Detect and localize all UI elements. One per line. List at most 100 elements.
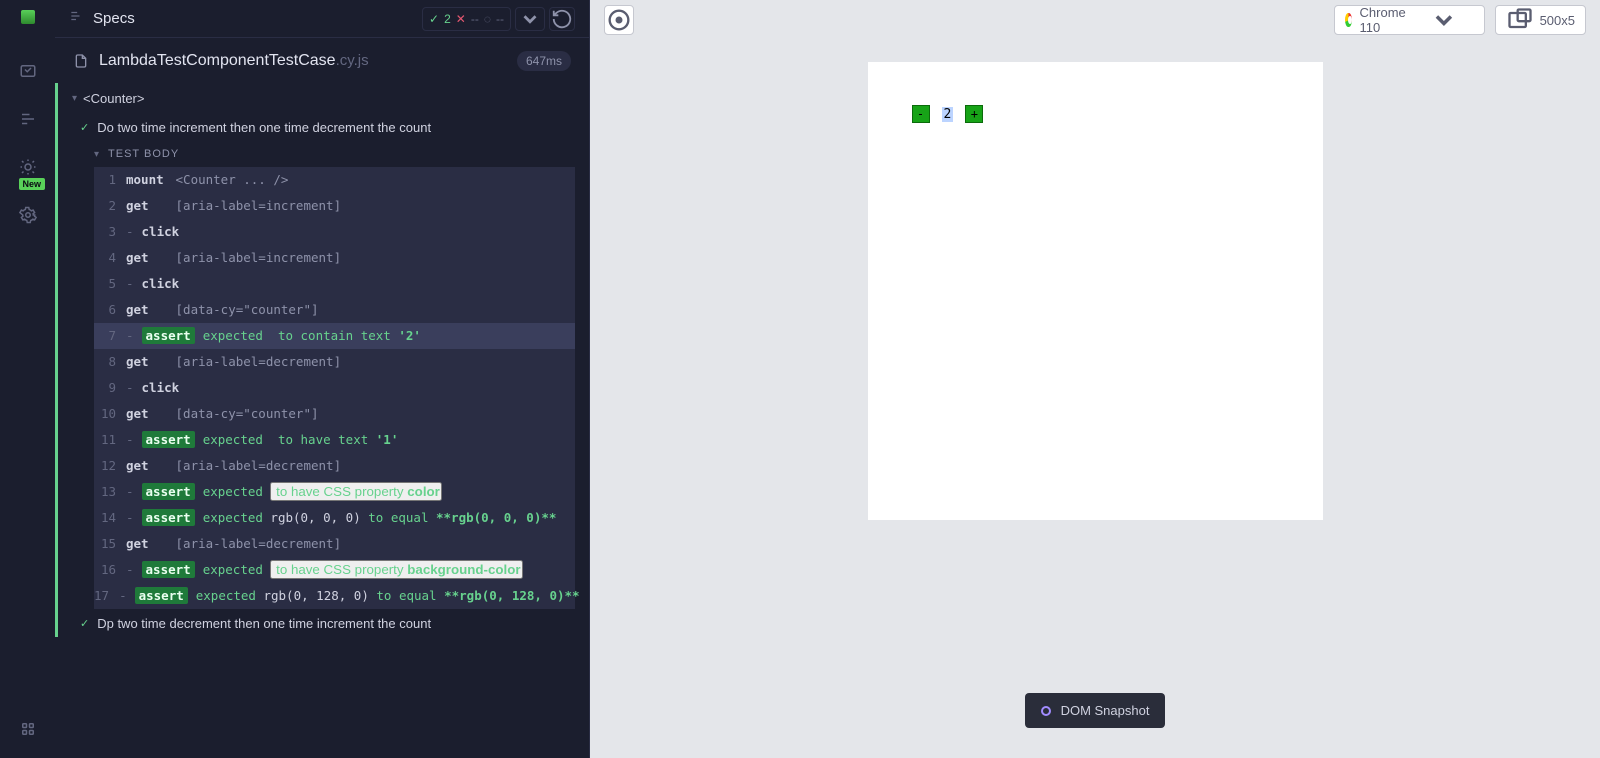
suite-row[interactable]: ▾ <Counter>	[72, 83, 575, 113]
command-name: click	[142, 276, 184, 291]
command-number: 10	[94, 406, 126, 421]
command-row[interactable]: 6get [data-cy="counter"]	[94, 297, 575, 323]
browser-selector[interactable]: Chrome 110	[1334, 5, 1485, 35]
command-row[interactable]: 15get [aria-label=decrement]	[94, 531, 575, 557]
child-indicator: -	[119, 588, 127, 603]
restart-button[interactable]	[549, 7, 575, 31]
command-row[interactable]: 17-assertexpected rgb(0, 128, 0) to equa…	[94, 583, 575, 609]
command-number: 3	[94, 224, 126, 239]
command-row[interactable]: 3-click	[94, 219, 575, 245]
chevron-down-icon: ▾	[94, 149, 100, 160]
command-number: 9	[94, 380, 126, 395]
cypress-logo[interactable]	[21, 10, 35, 24]
command-number: 6	[94, 302, 126, 317]
command-row[interactable]: 12get [aria-label=decrement]	[94, 453, 575, 479]
command-message: [aria-label=increment]	[168, 198, 341, 213]
fail-count: --	[471, 12, 479, 26]
child-indicator: -	[126, 432, 134, 447]
reporter-header: Specs ✓ 2 ✕ -- ◌ --	[55, 0, 589, 38]
x-icon: ✕	[456, 12, 466, 26]
file-icon	[73, 53, 89, 69]
assert-badge: assert	[142, 483, 195, 500]
test-name: Do two time increment then one time decr…	[97, 120, 431, 135]
counter-value: 2	[942, 107, 954, 122]
specs-nav-icon[interactable]	[19, 62, 37, 80]
command-number: 14	[94, 510, 126, 525]
command-message: expected to have text '1'	[203, 432, 399, 447]
command-row[interactable]: 1mount <Counter ... />	[94, 167, 575, 193]
test-row-2[interactable]: ✓ Dp two time decrement then one time in…	[72, 609, 575, 637]
command-name: get	[126, 250, 168, 265]
command-name: mount	[126, 172, 168, 187]
child-indicator: -	[126, 562, 134, 577]
check-icon: ✓	[429, 12, 439, 26]
command-number: 15	[94, 536, 126, 551]
command-name: get	[126, 536, 168, 551]
command-row[interactable]: 14-assertexpected rgb(0, 0, 0) to equal …	[94, 505, 575, 531]
reporter-panel: Specs ✓ 2 ✕ -- ◌ --	[55, 0, 590, 758]
command-row[interactable]: 5-click	[94, 271, 575, 297]
toggle-runner-button[interactable]	[515, 7, 545, 31]
command-message	[184, 224, 192, 239]
pass-count: 2	[444, 12, 451, 26]
command-number: 1	[94, 172, 126, 187]
assert-badge: assert	[135, 587, 188, 604]
command-row[interactable]: 11-assertexpected to have text '1'	[94, 427, 575, 453]
assert-badge: assert	[142, 431, 195, 448]
test-counts-pill: ✓ 2 ✕ -- ◌ --	[422, 7, 511, 31]
dom-snapshot-toast[interactable]: DOM Snapshot	[1025, 693, 1166, 728]
pin-icon	[1041, 706, 1051, 716]
command-number: 5	[94, 276, 126, 291]
test-body-header[interactable]: ▾ TEST BODY	[72, 141, 575, 167]
aut-frame: - 2 +	[868, 62, 1323, 520]
command-log: 1mount <Counter ... />2get [aria-label=i…	[72, 167, 575, 609]
selector-playground-button[interactable]	[604, 5, 634, 35]
test-body-label: TEST BODY	[108, 148, 179, 160]
nav-rail: New	[0, 0, 55, 758]
decrement-button[interactable]: -	[912, 105, 930, 123]
command-number: 2	[94, 198, 126, 213]
command-number: 12	[94, 458, 126, 473]
command-row[interactable]: 8get [aria-label=decrement]	[94, 349, 575, 375]
spec-file-row[interactable]: LambdaTestComponentTestCase .cy.js 647ms	[55, 38, 589, 83]
settings-nav-icon[interactable]	[19, 206, 37, 224]
test-name: Dp two time decrement then one time incr…	[97, 616, 431, 631]
preview-header: Chrome 110 500x5	[590, 0, 1600, 40]
command-message	[184, 380, 192, 395]
check-icon: ✓	[80, 121, 89, 134]
command-row[interactable]: 9-click	[94, 375, 575, 401]
command-message: [aria-label=decrement]	[168, 536, 341, 551]
pending-count: --	[496, 12, 504, 26]
command-row[interactable]: 4get [aria-label=increment]	[94, 245, 575, 271]
test-row-1[interactable]: ✓ Do two time increment then one time de…	[72, 113, 575, 141]
command-row[interactable]: 16-assertexpected to have CSS property b…	[94, 557, 575, 583]
child-indicator: -	[126, 328, 134, 343]
command-message: expected rgb(0, 128, 0) to equal **rgb(0…	[196, 588, 580, 603]
assert-badge: assert	[142, 561, 195, 578]
command-name: get	[126, 302, 168, 317]
command-row[interactable]: 7-assertexpected to contain text '2'	[94, 323, 575, 349]
chevron-down-icon: ▾	[72, 93, 77, 104]
page-title: Specs	[93, 10, 135, 27]
viewport-size-pill[interactable]: 500x5	[1495, 5, 1586, 35]
command-number: 13	[94, 484, 126, 499]
debug-nav-icon[interactable]: New	[19, 158, 37, 176]
new-badge: New	[19, 178, 46, 190]
command-number: 17	[94, 588, 119, 603]
command-message: expected rgb(0, 0, 0) to equal **rgb(0, …	[203, 510, 557, 525]
command-name: get	[126, 458, 168, 473]
runs-nav-icon[interactable]	[19, 110, 37, 128]
command-message: [aria-label=increment]	[168, 250, 341, 265]
command-row[interactable]: 2get [aria-label=increment]	[94, 193, 575, 219]
command-number: 4	[94, 250, 126, 265]
command-row[interactable]: 10get [data-cy="counter"]	[94, 401, 575, 427]
dom-snapshot-label: DOM Snapshot	[1061, 703, 1150, 718]
command-message: [data-cy="counter"]	[168, 302, 319, 317]
command-row[interactable]: 13-assertexpected to have CSS property c…	[94, 479, 575, 505]
increment-button[interactable]: +	[965, 105, 983, 123]
child-indicator: -	[126, 484, 134, 499]
command-name: click	[142, 380, 184, 395]
command-number: 8	[94, 354, 126, 369]
keyboard-shortcuts-icon[interactable]	[19, 720, 37, 738]
child-indicator: -	[126, 224, 134, 239]
